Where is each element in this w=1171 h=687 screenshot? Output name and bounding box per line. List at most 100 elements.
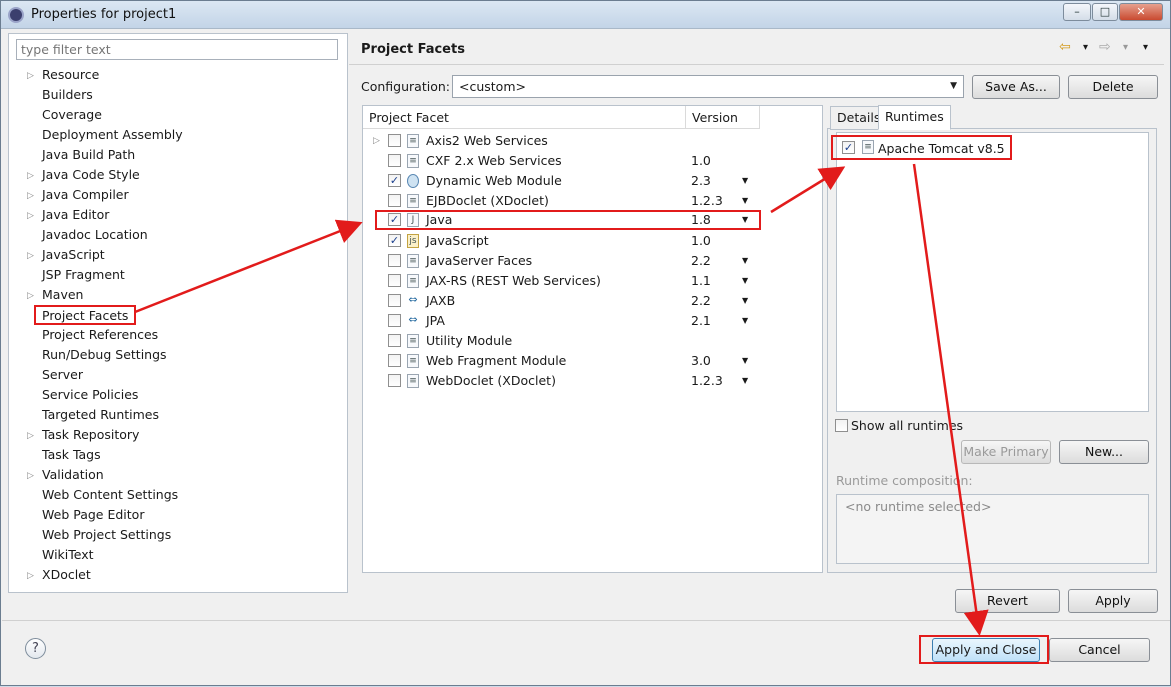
facet-row[interactable]: ≡ Web Fragment Module 3.0 ▼ <box>363 351 822 371</box>
maximize-button[interactable]: □ <box>1092 3 1118 21</box>
facet-row[interactable]: ≡ Utility Module <box>363 331 822 351</box>
make-primary-button[interactable]: Make Primary <box>961 440 1051 464</box>
expand-arrow-icon[interactable]: ▷ <box>27 471 35 481</box>
facet-checkbox[interactable] <box>388 314 401 327</box>
facet-row[interactable]: ⇔ JPA 2.1 ▼ <box>363 311 822 331</box>
expand-arrow-icon[interactable]: ▷ <box>27 251 35 261</box>
facet-checkbox[interactable] <box>388 194 401 207</box>
sidebar-item-project-references[interactable]: Project References <box>40 326 160 346</box>
configuration-combo[interactable]: <custom> ▼ <box>452 75 964 98</box>
expand-arrow-icon[interactable]: ▷ <box>27 431 35 441</box>
sidebar-item-task-repository[interactable]: Task Repository <box>40 426 141 446</box>
sidebar-item-maven[interactable]: Maven <box>40 286 85 306</box>
sidebar-item-wikitext[interactable]: WikiText <box>40 546 96 566</box>
sidebar-item-javadoc-location[interactable]: Javadoc Location <box>40 226 150 246</box>
sidebar-item-resource[interactable]: Resource <box>40 66 101 86</box>
facet-row[interactable]: ≡ CXF 2.x Web Services 1.0 <box>363 151 822 171</box>
back-menu-icon[interactable]: ▾ <box>1083 42 1088 53</box>
sidebar-item-deployment-assembly[interactable]: Deployment Assembly <box>40 126 185 146</box>
delete-button[interactable]: Delete <box>1068 75 1158 99</box>
expand-arrow-icon[interactable]: ▷ <box>27 211 35 221</box>
facet-checkbox[interactable]: ✓ <box>388 213 401 226</box>
version-dropdown-icon[interactable]: ▼ <box>742 251 748 271</box>
facet-row[interactable]: ✓ Dynamic Web Module 2.3 ▼ <box>363 171 822 191</box>
facet-row[interactable]: ✓ J Java 1.8 ▼ <box>375 210 761 230</box>
facet-row[interactable]: ≡ WebDoclet (XDoclet) 1.2.3 ▼ <box>363 371 822 391</box>
column-header-facet[interactable]: Project Facet <box>363 106 686 129</box>
expand-arrow-icon[interactable]: ▷ <box>27 571 35 581</box>
facet-checkbox[interactable] <box>388 134 401 147</box>
facet-version[interactable]: 1.8 <box>691 210 711 230</box>
expand-arrow-icon[interactable]: ▷ <box>27 291 35 301</box>
sidebar-item-java-code-style[interactable]: Java Code Style <box>40 166 142 186</box>
sidebar-item-web-project-settings[interactable]: Web Project Settings <box>40 526 173 546</box>
column-header-version[interactable]: Version <box>686 106 760 129</box>
facet-version[interactable]: 2.3 <box>691 171 711 191</box>
show-all-runtimes-checkbox[interactable] <box>835 419 848 432</box>
cancel-button[interactable]: Cancel <box>1049 638 1150 662</box>
sidebar-item-validation[interactable]: Validation <box>40 466 106 486</box>
facet-checkbox[interactable]: ✓ <box>388 174 401 187</box>
facet-checkbox[interactable] <box>388 374 401 387</box>
expand-arrow-icon[interactable]: ▷ <box>373 136 381 146</box>
facet-checkbox[interactable]: ✓ <box>388 234 401 247</box>
sidebar-item-service-policies[interactable]: Service Policies <box>40 386 140 406</box>
sidebar-item-java-compiler[interactable]: Java Compiler <box>40 186 131 206</box>
facet-checkbox[interactable] <box>388 294 401 307</box>
forward-arrow-icon[interactable]: ⇨ <box>1099 39 1111 55</box>
back-arrow-icon[interactable]: ⇦ <box>1059 39 1071 55</box>
sidebar-item-coverage[interactable]: Coverage <box>40 106 104 126</box>
facet-row[interactable]: ≡ EJBDoclet (XDoclet) 1.2.3 ▼ <box>363 191 822 211</box>
sidebar-item-project-facets[interactable]: Project Facets <box>34 305 137 325</box>
facet-checkbox[interactable] <box>388 274 401 287</box>
help-icon[interactable]: ? <box>25 638 46 659</box>
facet-version[interactable]: 2.1 <box>691 311 711 331</box>
sidebar-item-xdoclet[interactable]: XDoclet <box>40 566 93 586</box>
facet-row[interactable]: ≡ JAX-RS (REST Web Services) 1.1 ▼ <box>363 271 822 291</box>
sidebar-item-web-content-settings[interactable]: Web Content Settings <box>40 486 180 506</box>
sidebar-item-server[interactable]: Server <box>40 366 85 386</box>
facet-checkbox[interactable] <box>388 334 401 347</box>
view-menu-icon[interactable]: ▾ <box>1143 42 1148 53</box>
close-button[interactable]: ✕ <box>1119 3 1163 21</box>
facet-version[interactable]: 1.0 <box>691 151 711 171</box>
runtime-checkbox[interactable]: ✓ <box>842 141 855 154</box>
apply-button[interactable]: Apply <box>1068 589 1158 613</box>
sidebar-item-targeted-runtimes[interactable]: Targeted Runtimes <box>40 406 161 426</box>
facet-checkbox[interactable] <box>388 354 401 367</box>
apply-and-close-button[interactable]: Apply and Close <box>932 638 1040 662</box>
sidebar-item-java-build-path[interactable]: Java Build Path <box>40 146 137 166</box>
facet-version[interactable]: 2.2 <box>691 251 711 271</box>
version-dropdown-icon[interactable]: ▼ <box>742 271 748 291</box>
expand-arrow-icon[interactable]: ▷ <box>27 171 35 181</box>
facet-checkbox[interactable] <box>388 154 401 167</box>
version-dropdown-icon[interactable]: ▼ <box>742 210 748 230</box>
sidebar-item-run-debug-settings[interactable]: Run/Debug Settings <box>40 346 169 366</box>
version-dropdown-icon[interactable]: ▼ <box>742 191 748 211</box>
expand-arrow-icon[interactable]: ▷ <box>27 71 35 81</box>
runtime-item-label[interactable]: Apache Tomcat v8.5 <box>878 141 1005 156</box>
filter-input[interactable] <box>16 39 338 60</box>
facet-version[interactable]: 1.2.3 <box>691 191 723 211</box>
minimize-button[interactable]: – <box>1063 3 1091 21</box>
facet-version[interactable]: 3.0 <box>691 351 711 371</box>
facet-checkbox[interactable] <box>388 254 401 267</box>
sidebar-item-jsp-fragment[interactable]: JSP Fragment <box>40 266 127 286</box>
facet-row[interactable]: ✓ js JavaScript 1.0 <box>363 231 822 251</box>
revert-button[interactable]: Revert <box>955 589 1060 613</box>
tab-runtimes[interactable]: Runtimes <box>878 105 951 130</box>
title-bar[interactable]: Properties for project1 – □ ✕ <box>1 1 1170 29</box>
forward-menu-icon[interactable]: ▾ <box>1123 42 1128 53</box>
facet-version[interactable]: 2.2 <box>691 291 711 311</box>
sidebar-item-task-tags[interactable]: Task Tags <box>40 446 103 466</box>
version-dropdown-icon[interactable]: ▼ <box>742 371 748 391</box>
version-dropdown-icon[interactable]: ▼ <box>742 311 748 331</box>
version-dropdown-icon[interactable]: ▼ <box>742 351 748 371</box>
save-as-button[interactable]: Save As... <box>972 75 1060 99</box>
facet-version[interactable]: 1.0 <box>691 231 711 251</box>
sidebar-item-builders[interactable]: Builders <box>40 86 95 106</box>
new-runtime-button[interactable]: New... <box>1059 440 1149 464</box>
sidebar-item-javascript[interactable]: JavaScript <box>40 246 107 266</box>
facet-version[interactable]: 1.2.3 <box>691 371 723 391</box>
facet-row[interactable]: ▷ ≡ Axis2 Web Services <box>363 131 822 151</box>
